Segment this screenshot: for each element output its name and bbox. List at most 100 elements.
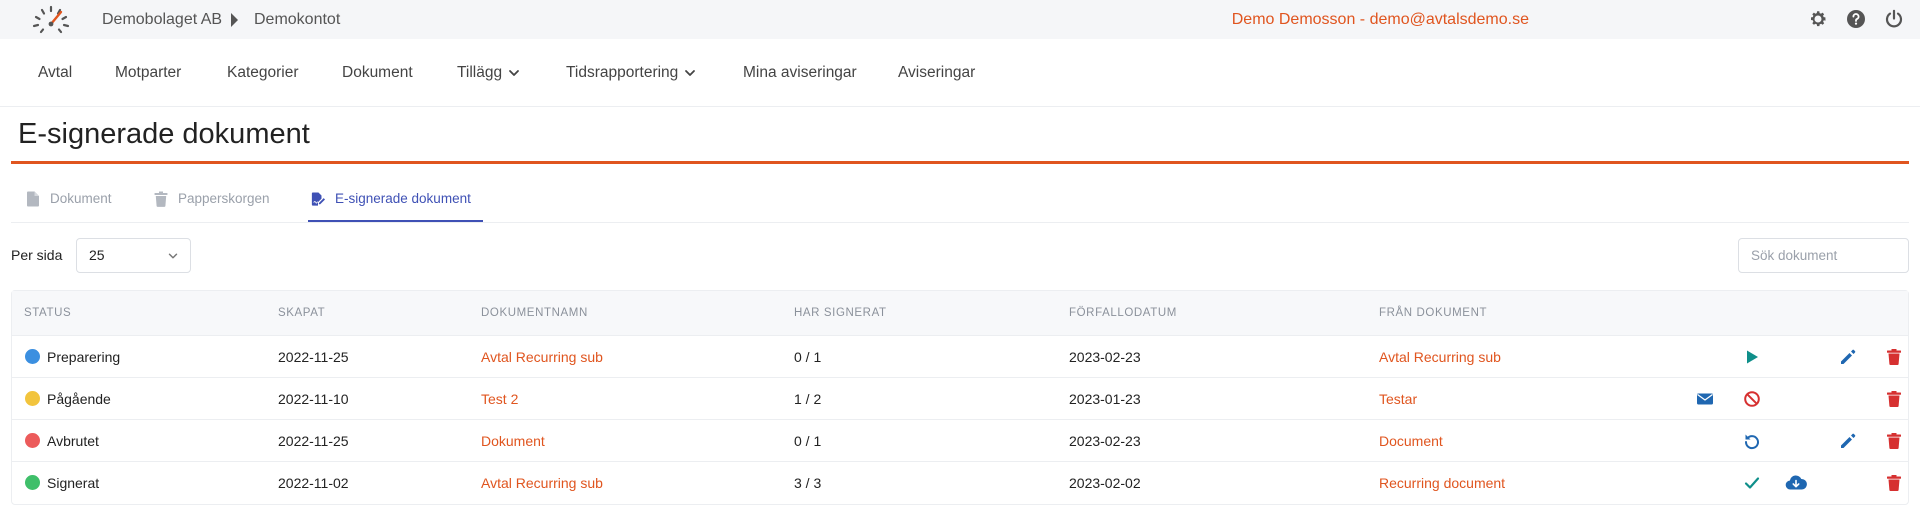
column-header-status[interactable]: STATUS — [24, 291, 71, 336]
trash-icon — [1887, 475, 1901, 491]
source-document-link[interactable]: Testar — [1379, 378, 1417, 420]
column-header-source[interactable]: FRÅN DOKUMENT — [1379, 291, 1487, 336]
status-label: Pågående — [47, 391, 111, 407]
tab-e-signerade-dokument[interactable]: E-signerade dokument — [311, 174, 471, 223]
user-link[interactable]: Demo Demosson - demo@avtalsdemo.se — [1232, 0, 1529, 39]
nav-item-motparter[interactable]: Motparter — [115, 39, 181, 107]
document-name-link[interactable]: Test 2 — [481, 378, 518, 420]
table-row: Pågående 2022-11-10 Test 2 1 / 2 2023-01… — [12, 378, 1908, 420]
page-title: E-signerade dokument — [18, 118, 310, 150]
due-date-cell: 2023-01-23 — [1069, 391, 1141, 407]
delete-button[interactable] — [1885, 432, 1903, 450]
document-name-link[interactable]: Dokument — [481, 420, 545, 462]
signed-cell: 1 / 2 — [794, 391, 822, 407]
document-name-link[interactable]: Avtal Recurring sub — [481, 336, 603, 378]
document-name-link[interactable]: Avtal Recurring sub — [481, 462, 603, 504]
status-label: Preparering — [47, 349, 121, 365]
status-cell: Preparering — [25, 336, 120, 378]
status-label: Avbrutet — [47, 433, 99, 449]
tab-label: Papperskorgen — [178, 191, 270, 206]
source-document-link[interactable]: Recurring document — [1379, 462, 1505, 504]
play-icon — [1747, 350, 1758, 364]
nav-item-label: Mina aviseringar — [743, 64, 857, 81]
delete-button[interactable] — [1885, 390, 1903, 408]
nav-item-dokument[interactable]: Dokument — [342, 39, 413, 107]
documents-table: STATUS SKAPAT DOKUMENTNAMN HAR SIGNERAT … — [11, 290, 1909, 505]
main-nav: Avtal Motparter Kategorier Dokument Till… — [0, 39, 1920, 107]
delete-button[interactable] — [1885, 474, 1903, 492]
status-label: Signerat — [47, 475, 100, 491]
created-cell: 2022-11-02 — [278, 475, 349, 491]
column-header-name[interactable]: DOKUMENTNAMN — [481, 291, 588, 336]
ban-icon — [1744, 391, 1760, 407]
nav-item-mina-aviseringar[interactable]: Mina aviseringar — [743, 39, 857, 107]
file-signature-icon — [311, 191, 325, 206]
tab-papperskorgen[interactable]: Papperskorgen — [154, 174, 270, 223]
restart-button[interactable] — [1743, 432, 1761, 450]
created-cell: 2022-11-25 — [278, 349, 349, 365]
trash-icon — [1887, 349, 1901, 365]
column-header-due-date[interactable]: FÖRFALLODATUM — [1069, 291, 1177, 336]
table-row: Signerat 2022-11-02 Avtal Recurring sub … — [12, 462, 1908, 504]
table-row: Avbrutet 2022-11-25 Dokument 0 / 1 2023-… — [12, 420, 1908, 462]
chevron-down-icon — [509, 70, 519, 76]
nav-item-label: Dokument — [342, 64, 413, 81]
table-row: Preparering 2022-11-25 Avtal Recurring s… — [12, 336, 1908, 378]
check-icon — [1744, 477, 1760, 489]
signed-check-button[interactable] — [1743, 474, 1761, 492]
download-button[interactable] — [1785, 474, 1807, 492]
nav-item-aviseringar[interactable]: Aviseringar — [898, 39, 975, 107]
created-cell: 2022-11-25 — [278, 433, 349, 449]
status-dot-icon — [25, 391, 40, 407]
pencil-icon — [1841, 433, 1856, 448]
nav-item-label: Aviseringar — [898, 64, 976, 81]
top-bar: Demobolaget AB Demokontot Demo Demosson … — [0, 0, 1920, 39]
nav-item-tidsrapportering[interactable]: Tidsrapportering — [566, 39, 696, 107]
send-reminder-button[interactable] — [1696, 390, 1714, 408]
due-date-cell: 2023-02-23 — [1069, 433, 1141, 449]
source-document-link[interactable]: Document — [1379, 420, 1443, 462]
signed-cell: 0 / 1 — [794, 433, 822, 449]
pencil-icon — [1841, 349, 1856, 364]
power-icon[interactable] — [1884, 9, 1904, 29]
per-page-select[interactable]: 25 — [76, 238, 191, 273]
logo-gauge-icon[interactable] — [28, 2, 74, 36]
nav-item-kategorier[interactable]: Kategorier — [227, 39, 299, 107]
delete-button[interactable] — [1885, 348, 1903, 366]
gear-icon[interactable] — [1808, 9, 1828, 29]
trash-icon — [154, 191, 168, 207]
breadcrumb-company[interactable]: Demobolaget AB — [102, 0, 222, 39]
column-header-signed[interactable]: HAR SIGNERAT — [794, 291, 887, 336]
nav-item-tillagg[interactable]: Tillägg — [457, 39, 520, 107]
help-icon[interactable] — [1846, 9, 1866, 29]
per-page-value: 25 — [89, 247, 105, 263]
source-document-link[interactable]: Avtal Recurring sub — [1379, 336, 1501, 378]
tab-bar: Dokument Papperskorgen E-signerade dokum… — [11, 174, 1909, 223]
edit-button[interactable] — [1839, 432, 1857, 450]
nav-item-avtal[interactable]: Avtal — [38, 39, 72, 107]
table-header: STATUS SKAPAT DOKUMENTNAMN HAR SIGNERAT … — [12, 291, 1908, 336]
status-cell: Avbrutet — [25, 420, 99, 462]
status-dot-icon — [25, 475, 40, 491]
cancel-button[interactable] — [1743, 390, 1761, 408]
status-dot-icon — [25, 433, 40, 449]
chevron-down-icon — [168, 253, 178, 259]
edit-button[interactable] — [1839, 348, 1857, 366]
breadcrumb-account[interactable]: Demokontot — [254, 0, 340, 39]
created-cell: 2022-11-10 — [278, 391, 349, 407]
signed-cell: 0 / 1 — [794, 349, 822, 365]
status-dot-icon — [25, 349, 40, 365]
nav-item-label: Motparter — [115, 64, 182, 81]
nav-item-label: Kategorier — [227, 64, 299, 81]
active-tab-indicator — [308, 220, 483, 222]
start-button[interactable] — [1743, 348, 1761, 366]
tab-dokument[interactable]: Dokument — [26, 174, 112, 223]
search-input[interactable] — [1738, 238, 1909, 273]
signed-cell: 3 / 3 — [794, 475, 822, 491]
tab-label: E-signerade dokument — [335, 191, 471, 206]
status-cell: Signerat — [25, 462, 99, 504]
envelope-icon — [1697, 393, 1713, 405]
chevron-down-icon — [685, 70, 696, 76]
tab-label: Dokument — [50, 191, 112, 206]
column-header-created[interactable]: SKAPAT — [278, 291, 325, 336]
